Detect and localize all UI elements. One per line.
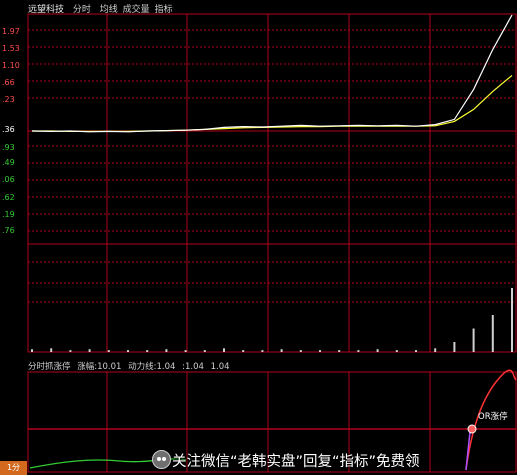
volume-bar <box>434 348 437 352</box>
indicator-field-rise: 涨幅:10.01 <box>77 362 122 372</box>
price-line <box>31 14 513 133</box>
volume-bar <box>203 350 206 352</box>
price-tick-label: .66 <box>2 78 15 87</box>
price-tick-label: .76 <box>2 226 15 235</box>
price-tick-label: .62 <box>2 193 15 202</box>
limit-up-signal-label: OR涨停 <box>478 412 508 422</box>
volume-bar <box>319 350 321 352</box>
period-tab[interactable]: 1分 <box>0 461 27 475</box>
indicator-field-3: :1.04 <box>182 362 204 372</box>
volume-bar <box>491 315 494 352</box>
indicator-field-power: 动力线:1.04 <box>128 362 176 372</box>
volume-bar <box>357 350 360 352</box>
price-tick-label: .93 <box>2 143 15 152</box>
indicator-header: 分时抓涨停 涨幅:10.01 动力线:1.04 :1.04 1.04 <box>28 360 234 372</box>
volume-bar <box>107 350 110 352</box>
volume-bar <box>31 349 33 352</box>
volume-bar <box>453 342 456 352</box>
watermark-text: 关注微信“老韩实盘”回复“指标”免费领 <box>172 454 420 470</box>
wechat-icon <box>152 450 171 469</box>
avg-legend[interactable]: 均线 <box>100 5 118 15</box>
volume-bar <box>146 350 149 352</box>
volume-bar <box>338 350 341 352</box>
volume-bar <box>261 350 264 352</box>
limit-up-signal-dot <box>467 424 477 434</box>
chart-header: 远望科技 分时 均线 成交量 指标 <box>28 2 179 15</box>
indicator-field-4: 1.04 <box>210 362 230 372</box>
volume-bar <box>415 350 417 352</box>
volume-legend[interactable]: 成交量 <box>123 5 150 15</box>
volume-bar <box>376 349 379 352</box>
price-tick-label: .23 <box>2 95 15 104</box>
volume-bar <box>472 328 475 352</box>
price-tick-label: 1.97 <box>2 27 20 36</box>
volume-bar <box>299 350 302 352</box>
price-tick-label: 1.53 <box>2 44 20 53</box>
volume-bar <box>88 349 91 352</box>
indicator-name[interactable]: 分时抓涨停 <box>28 362 71 372</box>
main-panel-frame <box>27 13 517 353</box>
volume-bar <box>50 348 53 352</box>
volume-bar <box>511 288 513 352</box>
volume-bar <box>165 349 168 352</box>
stock-name: 远望科技 <box>28 5 65 15</box>
volume-bar <box>127 350 129 352</box>
intraday-chart[interactable] <box>0 0 517 475</box>
price-tick-label: .06 <box>2 175 15 184</box>
price-tick-label: 1.10 <box>2 61 20 70</box>
volume-bar <box>280 349 283 352</box>
price-tick-label: .19 <box>2 210 15 219</box>
indicator-legend[interactable]: 指标 <box>155 5 173 15</box>
volume-bar <box>395 350 398 352</box>
price-tick-label: .36 <box>2 125 15 134</box>
volume-bar <box>69 350 72 352</box>
mode-label[interactable]: 分时 <box>73 5 91 15</box>
volume-bar <box>242 350 245 352</box>
volume-bar <box>184 350 187 352</box>
price-tick-label: .49 <box>2 158 15 167</box>
volume-bar <box>223 348 225 352</box>
